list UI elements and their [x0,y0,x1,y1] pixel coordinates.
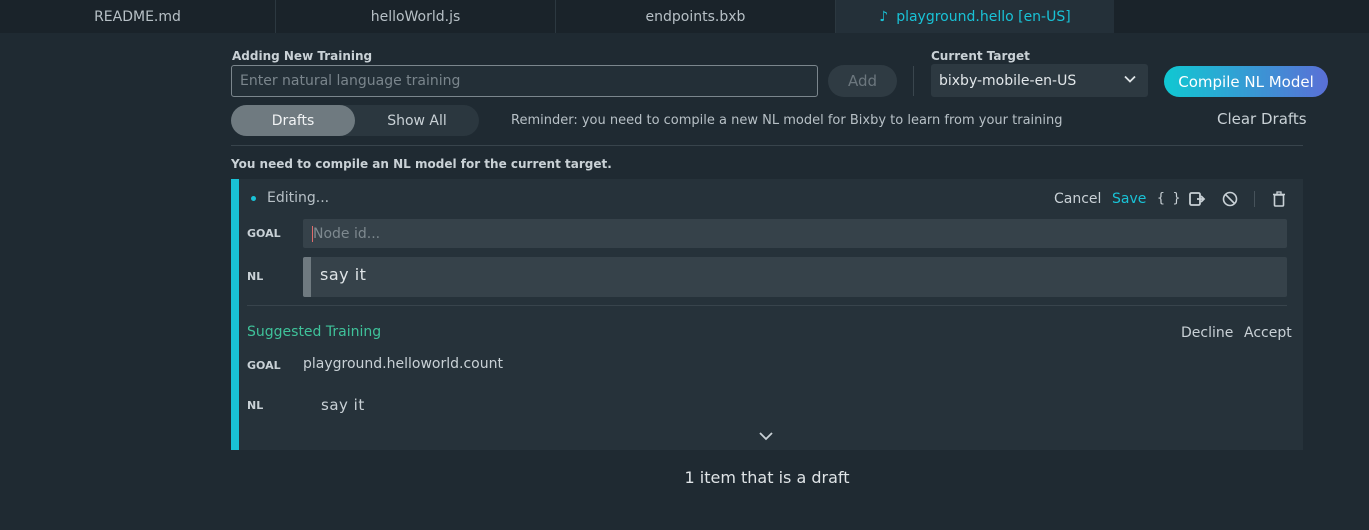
icon-divider [1254,191,1255,207]
tab-label: helloWorld.js [370,8,461,25]
drafts-toggle-option[interactable]: Drafts [231,105,355,136]
text-caret [312,226,313,242]
current-target-label: Current Target [931,49,1030,63]
nl-utterance-text: say it [320,265,367,284]
divider [913,66,914,96]
tab-label: playground.hello [en-US] [896,8,1071,25]
tab-readme[interactable]: README.md [0,0,276,33]
disable-icon[interactable] [1221,190,1239,208]
target-value: bixby-mobile-en-US [939,72,1077,89]
save-button[interactable]: Save [1112,191,1146,207]
tab-playground-hello[interactable]: ♪ playground.hello [en-US] [836,0,1114,33]
decline-button[interactable]: Decline [1181,325,1233,341]
draft-count: 1 item that is a draft [684,468,850,487]
show-all-toggle-option[interactable]: Show All [355,105,479,136]
compile-warning: You need to compile an NL model for the … [231,157,612,171]
braces-icon[interactable]: { } [1157,191,1180,206]
editing-status-dot [251,196,256,201]
nl-utterance-field[interactable]: say it [303,257,1287,297]
suggested-goal-label: GOAL [247,359,281,372]
compile-reminder-text: Reminder: you need to compile a new NL m… [511,113,1063,128]
chevron-down-icon [1124,75,1136,83]
training-input[interactable] [231,65,818,97]
training-card: Editing... Cancel Save { } GOAL NL say i… [231,179,1303,450]
tab-helloworld-js[interactable]: helloWorld.js [276,0,556,33]
music-note-icon: ♪ [879,8,889,25]
suggested-nl-label: NL [247,399,264,412]
suggested-goal-value: playground.helloworld.count [303,356,503,372]
cancel-button[interactable]: Cancel [1054,191,1101,207]
add-button[interactable]: Add [828,65,897,97]
export-icon[interactable] [1188,190,1206,208]
tab-label: README.md [94,8,181,25]
adding-training-label: Adding New Training [232,49,373,63]
tab-label: endpoints.bxb [645,8,746,25]
suggested-training-title: Suggested Training [247,324,382,340]
clear-drafts-button[interactable]: Clear Drafts [1217,110,1307,128]
accept-button[interactable]: Accept [1244,325,1292,341]
tab-endpoints-bxb[interactable]: endpoints.bxb [556,0,836,33]
target-select[interactable]: bixby-mobile-en-US [931,64,1148,97]
card-accent-bar [231,179,239,450]
goal-label: GOAL [247,227,281,240]
compile-nl-model-button[interactable]: Compile NL Model [1164,66,1328,97]
suggested-nl-value: say it [321,396,365,414]
divider [247,305,1287,306]
goal-node-input[interactable] [303,219,1287,248]
divider [231,145,1303,146]
filter-toggle: Drafts Show All [231,105,479,136]
nl-label: NL [247,270,264,283]
editor-tab-bar: README.md helloWorld.js endpoints.bxb ♪ … [0,0,1369,33]
editing-status: Editing... [267,190,330,206]
expand-chevron-icon[interactable] [759,431,773,441]
nl-field-marker [303,257,311,297]
trash-icon[interactable] [1270,190,1288,208]
